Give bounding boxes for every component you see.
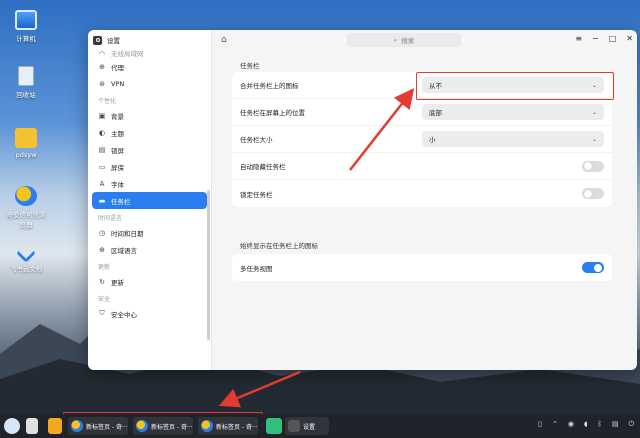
taskbar-tab-browser-1[interactable]: 新标签页 - 奇··· bbox=[68, 417, 128, 435]
file-manager-icon[interactable] bbox=[48, 418, 62, 434]
mail-icon[interactable] bbox=[266, 418, 282, 434]
notification-icon[interactable]: ▤ bbox=[612, 420, 619, 429]
taskbar-tab-browser-3[interactable]: 新标签页 - 奇··· bbox=[198, 417, 258, 435]
arrow-to-select bbox=[349, 88, 415, 171]
taskbar-tab-label: 设置 bbox=[303, 423, 316, 431]
power-icon[interactable]: ⏻ bbox=[628, 420, 634, 429]
volume-icon[interactable]: ◖ bbox=[584, 420, 588, 429]
launcher-icon[interactable] bbox=[4, 418, 20, 434]
browser-icon bbox=[136, 420, 148, 432]
settings-app-icon bbox=[288, 420, 300, 432]
arrow-to-taskbar bbox=[218, 370, 301, 408]
taskbar-tab-label: 新标签页 - 奇··· bbox=[151, 423, 193, 431]
chevron-up-icon[interactable]: ⌃ bbox=[552, 420, 558, 429]
multitask-view-icon[interactable] bbox=[26, 418, 38, 434]
bluetooth-icon[interactable]: ᛒ bbox=[598, 420, 602, 429]
system-tray: ▯ ⌃ ◉ ◖ ᛒ ▤ ⏻ bbox=[538, 420, 634, 429]
taskbar-tab-browser-2[interactable]: 新标签页 - 奇··· bbox=[133, 417, 193, 435]
network-icon[interactable]: ◉ bbox=[568, 420, 574, 429]
taskbar-tab-label: 新标签页 - 奇··· bbox=[216, 423, 258, 431]
taskbar-tab-label: 新标签页 - 奇··· bbox=[86, 423, 128, 431]
clipboard-icon[interactable]: ▯ bbox=[538, 420, 542, 429]
taskbar-tab-settings[interactable]: 设置 bbox=[285, 417, 329, 435]
taskbar: 新标签页 - 奇··· 新标签页 - 奇··· 新标签页 - 奇··· 设置 ▯… bbox=[0, 414, 640, 438]
browser-icon bbox=[201, 420, 213, 432]
browser-icon bbox=[71, 420, 83, 432]
annotation-arrows bbox=[218, 88, 415, 408]
